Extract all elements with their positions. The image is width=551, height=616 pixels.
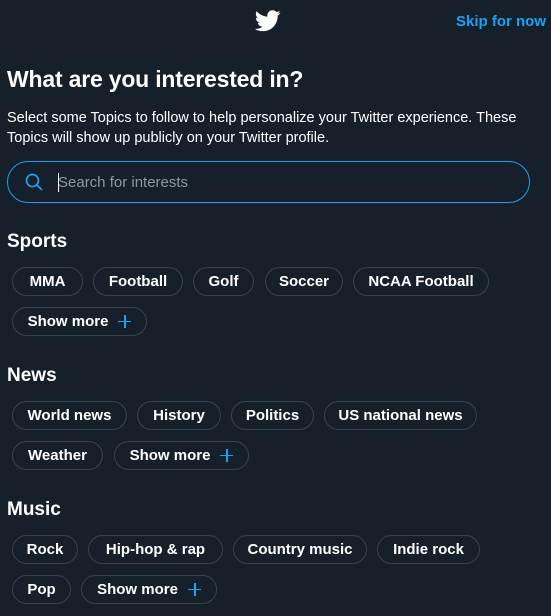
topic-label: MMA	[29, 273, 66, 290]
show-more-label: Show more	[97, 581, 178, 598]
topic-chip[interactable]: Country music	[233, 535, 367, 564]
search-input[interactable]	[58, 162, 513, 202]
topic-chip[interactable]: Pop	[12, 575, 71, 604]
search-icon	[25, 173, 43, 191]
topic-chip[interactable]: History	[137, 401, 221, 430]
topic-chip[interactable]: Golf	[193, 267, 254, 296]
page-title: What are you interested in?	[7, 66, 304, 92]
section-title-news: News	[7, 365, 57, 386]
skip-for-now-link[interactable]: Skip for now	[456, 13, 546, 30]
plus-icon	[118, 315, 132, 328]
search-box[interactable]	[7, 161, 530, 203]
top-bar: Skip for now	[0, 0, 551, 44]
show-more-label: Show more	[129, 447, 211, 464]
topic-chip[interactable]: Football	[93, 267, 183, 296]
topic-chip[interactable]: Soccer	[265, 267, 343, 296]
topic-label: NCAA Football	[368, 273, 474, 290]
twitter-bird-icon	[255, 10, 281, 32]
section-title-sports: Sports	[7, 231, 68, 252]
topic-label: Country music	[247, 541, 353, 558]
topic-chip[interactable]: Hip-hop & rap	[88, 535, 223, 564]
topic-label: Rock	[26, 541, 64, 558]
page-subtitle: Select some Topics to follow to help per…	[7, 110, 517, 146]
show-more-sports-button[interactable]: Show more	[12, 307, 147, 336]
topic-label: US national news	[338, 407, 463, 424]
plus-icon	[187, 583, 201, 596]
topic-chip[interactable]: NCAA Football	[353, 267, 489, 296]
topic-label: Football	[108, 273, 168, 290]
topic-chip[interactable]: Rock	[12, 535, 78, 564]
section-title-music: Music	[7, 499, 61, 520]
topic-chip[interactable]: US national news	[324, 401, 477, 430]
topic-label: Pop	[27, 581, 56, 598]
topic-label: Weather	[28, 447, 87, 464]
topic-label: Golf	[208, 273, 239, 290]
show-more-news-button[interactable]: Show more	[114, 441, 249, 470]
show-more-label: Show more	[27, 313, 109, 330]
text-caret	[58, 173, 59, 192]
topic-chip[interactable]: Politics	[231, 401, 314, 430]
topic-label: Soccer	[278, 273, 330, 290]
topic-chip[interactable]: Weather	[12, 441, 103, 470]
topic-label: World news	[27, 407, 112, 424]
topic-chip[interactable]: World news	[12, 401, 127, 430]
topic-chip[interactable]: MMA	[12, 267, 83, 296]
topic-label: History	[153, 407, 205, 424]
topic-label: Hip-hop & rap	[105, 541, 206, 558]
plus-icon	[220, 449, 234, 462]
topic-label: Indie rock	[393, 541, 464, 558]
topic-label: Politics	[245, 407, 300, 424]
show-more-music-button[interactable]: Show more	[81, 575, 217, 604]
topic-chip[interactable]: Indie rock	[377, 535, 480, 564]
